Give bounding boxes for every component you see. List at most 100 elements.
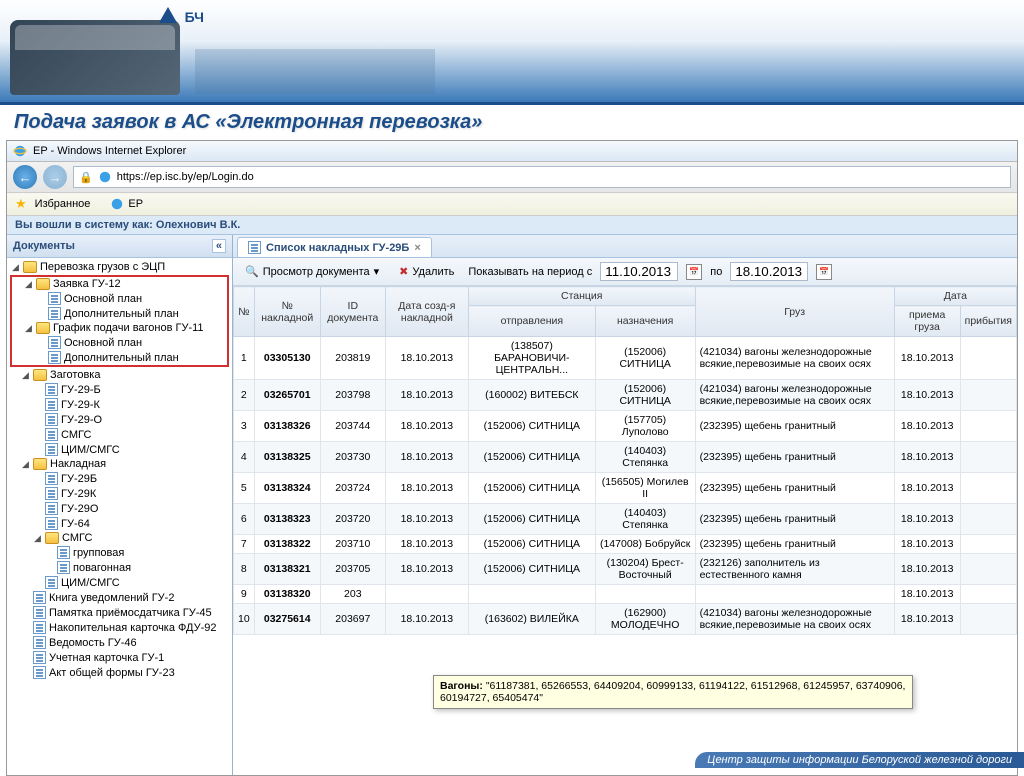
sidebar: Документы « ◢Перевозка грузов с ЭЦП◢Заяв…: [7, 235, 233, 775]
doc-icon: [45, 398, 58, 411]
tree-folder[interactable]: ◢График подачи вагонов ГУ-11: [12, 321, 227, 335]
calendar-to-icon[interactable]: 📅: [816, 264, 832, 280]
tree-doc[interactable]: Дополнительный план: [12, 306, 227, 321]
cell-doc: 203798: [320, 380, 385, 411]
date-from-input[interactable]: [600, 262, 678, 281]
cell-darr: [960, 535, 1016, 554]
tree-doc[interactable]: групповая: [9, 545, 230, 560]
cell-dep: [468, 585, 595, 604]
col-waybill-no[interactable]: № накладной: [254, 287, 320, 337]
back-button[interactable]: ←: [13, 165, 37, 189]
tree-toggle-icon[interactable]: ◢: [21, 459, 30, 470]
tree-doc[interactable]: ГУ-29-О: [9, 412, 230, 427]
table-row[interactable]: 60313832320372018.10.2013(152006) СИТНИЦ…: [234, 504, 1017, 535]
table-row[interactable]: 50313832420372418.10.2013(152006) СИТНИЦ…: [234, 473, 1017, 504]
tree-doc[interactable]: ЦИМ/СМГС: [9, 442, 230, 457]
cell-darr: [960, 337, 1016, 380]
tree-doc[interactable]: Книга уведомлений ГУ-2: [9, 590, 230, 605]
col-station-group[interactable]: Станция: [468, 287, 695, 306]
date-to-input[interactable]: [730, 262, 808, 281]
tree-doc[interactable]: Накопительная карточка ФДУ-92: [9, 620, 230, 635]
table-row[interactable]: 20326570120379818.10.2013(160002) ВИТЕБС…: [234, 380, 1017, 411]
tree-toggle-icon[interactable]: ◢: [21, 370, 30, 381]
forward-button[interactable]: →: [43, 165, 67, 189]
tree-folder[interactable]: ◢Перевозка грузов с ЭЦП: [9, 260, 230, 274]
tree-toggle-icon[interactable]: ◢: [11, 262, 20, 273]
tree-doc[interactable]: Дополнительный план: [12, 350, 227, 365]
tree-doc[interactable]: ГУ-29К: [9, 486, 230, 501]
tree-doc[interactable]: ГУ-29-К: [9, 397, 230, 412]
tree-label: Накладная: [50, 458, 106, 470]
col-cargo[interactable]: Груз: [695, 287, 894, 337]
tree-label: ГУ-29Б: [61, 473, 97, 485]
tree-doc[interactable]: Основной план: [12, 291, 227, 306]
table-row[interactable]: 90313832020318.10.2013: [234, 585, 1017, 604]
cell-darr: [960, 585, 1016, 604]
tree-doc[interactable]: ГУ-29-Б: [9, 382, 230, 397]
tree-doc[interactable]: Основной план: [12, 335, 227, 350]
tree-doc[interactable]: Ведомость ГУ-46: [9, 635, 230, 650]
address-bar[interactable]: 🔒 https://ep.isc.by/ep/Login.do: [73, 166, 1011, 188]
tree-doc[interactable]: ГУ-29О: [9, 501, 230, 516]
table-row[interactable]: 70313832220371018.10.2013(152006) СИТНИЦ…: [234, 535, 1017, 554]
tab-waybill-list[interactable]: Список накладных ГУ-29Б ×: [237, 237, 432, 257]
page-icon: [98, 170, 112, 184]
period-label: Показывать на период с: [468, 266, 592, 278]
table-row[interactable]: 100327561420369718.10.2013(163602) ВИЛЕЙ…: [234, 604, 1017, 635]
cell-cd: 18.10.2013: [385, 442, 468, 473]
view-document-button[interactable]: 🔍 Просмотр документа ▾: [239, 263, 385, 280]
tree-doc[interactable]: СМГС: [9, 427, 230, 442]
chevron-down-icon: ▾: [374, 265, 380, 278]
col-station-dep[interactable]: отправления: [468, 306, 595, 337]
table-row[interactable]: 30313832620374418.10.2013(152006) СИТНИЦ…: [234, 411, 1017, 442]
tab-close-icon[interactable]: ×: [414, 242, 420, 254]
tree-doc[interactable]: Акт общей формы ГУ-23: [9, 665, 230, 680]
doc-icon: [45, 383, 58, 396]
tree-label: Учетная карточка ГУ-1: [49, 652, 164, 664]
tree-doc[interactable]: Учетная карточка ГУ-1: [9, 650, 230, 665]
col-date-arr[interactable]: прибытия: [960, 306, 1016, 337]
tree-label: Ведомость ГУ-46: [49, 637, 137, 649]
browser-navbar: ← → 🔒 https://ep.isc.by/ep/Login.do: [7, 162, 1017, 193]
cell-cargo: (421034) вагоны железнодорожные всякие,п…: [695, 380, 894, 411]
col-date-cargo[interactable]: приема груза: [894, 306, 960, 337]
col-num[interactable]: №: [234, 287, 255, 337]
col-create-date[interactable]: Дата созд-я накладной: [385, 287, 468, 337]
tree-doc[interactable]: повагонная: [9, 560, 230, 575]
doc-icon: [33, 651, 46, 664]
col-station-arr[interactable]: назначения: [595, 306, 695, 337]
doc-icon: [33, 621, 46, 634]
cell-arr: (156505) Могилев II: [595, 473, 695, 504]
browser-tab[interactable]: EP: [110, 197, 143, 211]
cell-dcargo: 18.10.2013: [894, 554, 960, 585]
tree-folder[interactable]: ◢СМГС: [9, 531, 230, 545]
col-doc-id[interactable]: ID документа: [320, 287, 385, 337]
sidebar-collapse-button[interactable]: «: [212, 239, 226, 253]
cell-cargo: (232395) щебень гранитный: [695, 473, 894, 504]
col-date-group[interactable]: Дата: [894, 287, 1016, 306]
table-row[interactable]: 40313832520373018.10.2013(152006) СИТНИЦ…: [234, 442, 1017, 473]
tree-label: Основной план: [64, 293, 142, 305]
tree-toggle-icon[interactable]: ◢: [24, 323, 33, 334]
tree-folder[interactable]: ◢ Накладная: [9, 457, 230, 471]
favorites-label[interactable]: Избранное: [35, 198, 91, 210]
tree-label: ГУ-29-О: [61, 414, 102, 426]
tree-folder[interactable]: ◢Заявка ГУ-12: [12, 277, 227, 291]
calendar-from-icon[interactable]: 📅: [686, 264, 702, 280]
login-status-bar: Вы вошли в систему как: Олехнович В.К.: [7, 216, 1017, 235]
cell-doc: 203705: [320, 554, 385, 585]
table-row[interactable]: 80313832120370518.10.2013(152006) СИТНИЦ…: [234, 554, 1017, 585]
tree-toggle-icon[interactable]: ◢: [24, 279, 33, 290]
delete-button[interactable]: ✖ Удалить: [393, 263, 460, 280]
tree-folder[interactable]: ◢Заготовка: [9, 368, 230, 382]
tree-doc[interactable]: ЦИМ/СМГС: [9, 575, 230, 590]
tree-toggle-icon[interactable]: ◢: [33, 533, 42, 544]
tree-doc[interactable]: ГУ-64: [9, 516, 230, 531]
cell-dcargo: 18.10.2013: [894, 380, 960, 411]
table-row[interactable]: 10330513020381918.10.2013(138507) БАРАНО…: [234, 337, 1017, 380]
cell-dep: (152006) СИТНИЦА: [468, 554, 595, 585]
tree-label: СМГС: [61, 429, 91, 441]
tree-doc[interactable]: Памятка приёмосдатчика ГУ-45: [9, 605, 230, 620]
cell-arr: (130204) Брест-Восточный: [595, 554, 695, 585]
tree-doc[interactable]: ГУ-29Б: [9, 471, 230, 486]
